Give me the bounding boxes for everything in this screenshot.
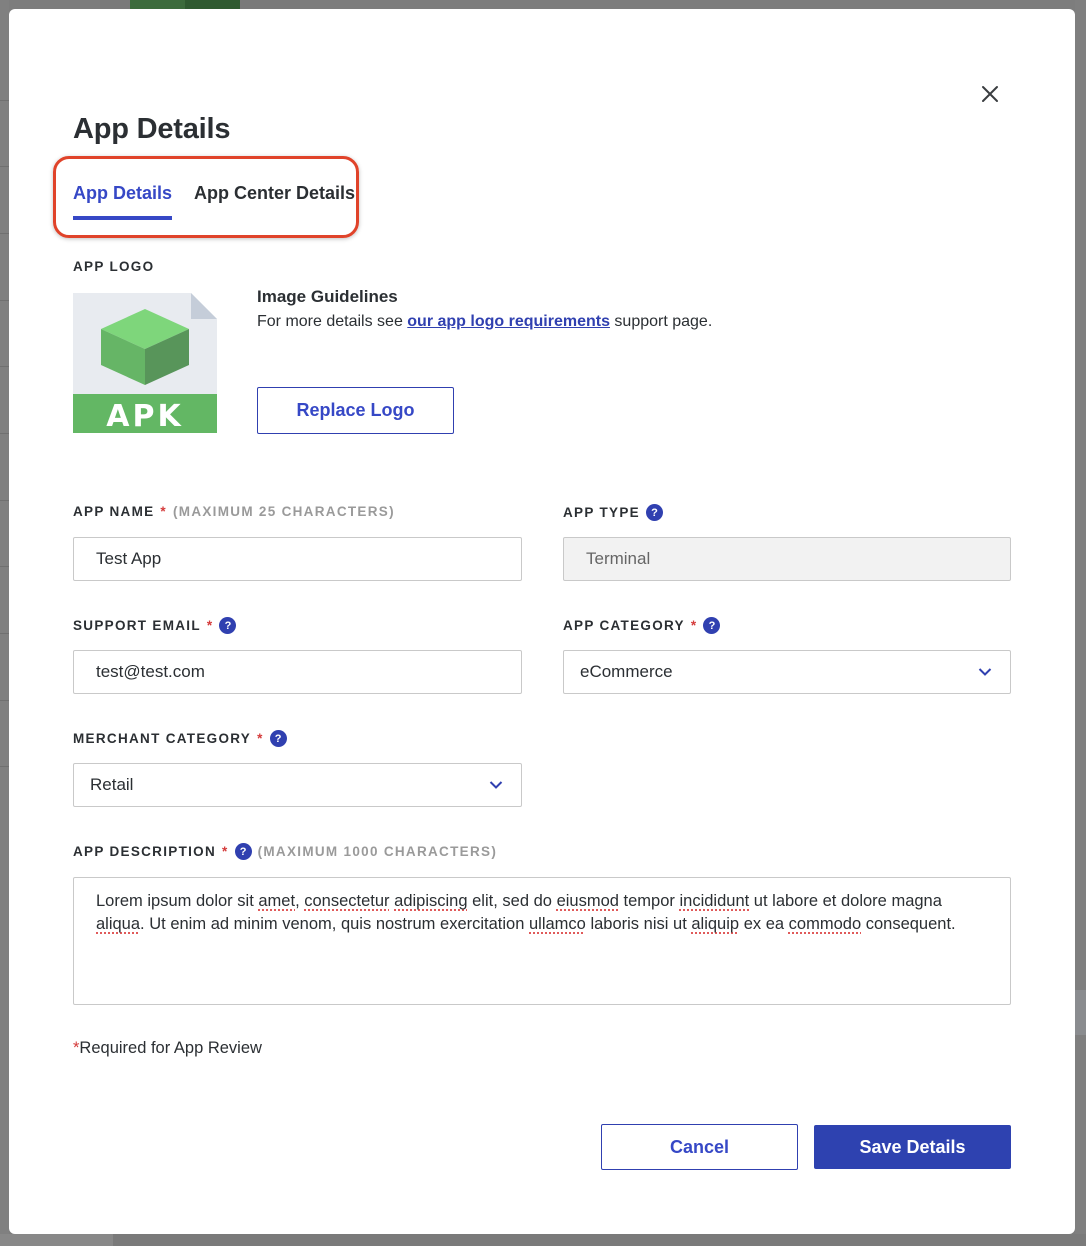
- app-description-textarea[interactable]: Lorem ipsum dolor sit amet, consectetur …: [73, 877, 1011, 1005]
- modal-title: App Details: [73, 113, 231, 145]
- support-email-value: test@test.com: [96, 662, 205, 681]
- app-category-label-text: APP CATEGORY: [563, 618, 685, 633]
- background-right-band: [1075, 990, 1086, 1035]
- background-divider: [0, 633, 9, 634]
- background-cube-image: [130, 0, 240, 9]
- required-asterisk: *: [690, 618, 698, 633]
- app-logo-label: APP LOGO: [73, 259, 155, 274]
- misspelled-word: commodo: [788, 915, 862, 933]
- app-type-input: Terminal: [563, 537, 1011, 581]
- required-note-text: Required for App Review: [79, 1039, 262, 1057]
- tab-app-details[interactable]: App Details: [73, 183, 173, 220]
- support-email-label-text: SUPPORT EMAIL: [73, 618, 201, 633]
- app-type-label: APP TYPE ?: [563, 504, 663, 521]
- help-icon[interactable]: ?: [269, 730, 287, 747]
- support-email-label: SUPPORT EMAIL * ?: [73, 617, 237, 634]
- background-bottom-left: [0, 1234, 113, 1246]
- cancel-button[interactable]: Cancel: [601, 1124, 798, 1170]
- background-divider: [0, 300, 9, 301]
- app-description-label: APP DESCRIPTION * ? (MAXIMUM 1000 CHARAC…: [73, 843, 497, 860]
- merchant-category-select[interactable]: Retail: [73, 763, 522, 807]
- app-description-hint: (MAXIMUM 1000 CHARACTERS): [257, 844, 498, 859]
- app-name-label: APP NAME * (MAXIMUM 25 CHARACTERS): [73, 504, 395, 519]
- chevron-down-icon: [978, 668, 992, 676]
- app-type-value: Terminal: [586, 549, 651, 568]
- guidelines-text: For more details see our app logo requir…: [257, 313, 712, 331]
- background-divider: [0, 766, 9, 767]
- help-icon[interactable]: ?: [703, 617, 721, 634]
- misspelled-word: aliqua: [96, 915, 141, 933]
- background-divider: [0, 566, 9, 567]
- misspelled-word: amet: [258, 892, 296, 910]
- misspelled-word: incididunt: [679, 892, 750, 910]
- chevron-down-icon: [489, 781, 503, 789]
- tab-bar: App Details App Center Details: [73, 183, 355, 220]
- required-asterisk: *: [206, 618, 214, 633]
- required-asterisk: *: [160, 504, 167, 519]
- background-right-strip: [1075, 0, 1086, 1246]
- background-divider: [0, 233, 9, 234]
- guidelines-title: Image Guidelines: [257, 287, 398, 306]
- replace-logo-button[interactable]: Replace Logo: [257, 387, 454, 434]
- apk-label: APK: [106, 399, 183, 433]
- guidelines-suffix: support page.: [609, 313, 713, 330]
- merchant-category-value: Retail: [90, 775, 134, 794]
- guidelines-prefix: For more details see: [257, 313, 408, 330]
- image-guidelines: Image Guidelines For more details see ou…: [257, 287, 712, 331]
- required-note: *Required for App Review: [73, 1039, 262, 1058]
- misspelled-word: adipiscing: [394, 892, 468, 910]
- background-divider: [0, 700, 9, 701]
- save-details-button[interactable]: Save Details: [814, 1125, 1011, 1169]
- background-divider: [0, 166, 9, 167]
- background-divider: [0, 366, 9, 367]
- required-asterisk: *: [222, 844, 229, 859]
- tab-app-center-details[interactable]: App Center Details: [194, 183, 355, 220]
- app-name-label-text: APP NAME: [73, 504, 155, 519]
- merchant-category-label: MERCHANT CATEGORY * ?: [73, 730, 287, 747]
- app-name-value: Test App: [96, 549, 162, 568]
- app-name-input[interactable]: Test App: [73, 537, 522, 581]
- required-asterisk: *: [257, 731, 264, 746]
- app-category-value: eCommerce: [580, 662, 673, 681]
- apk-file-icon: APK: [73, 293, 217, 433]
- app-description-label-text: APP DESCRIPTION: [73, 844, 217, 859]
- close-icon: [982, 86, 998, 102]
- misspelled-word: consectetur: [304, 892, 390, 910]
- misspelled-word: ullamco: [529, 915, 586, 933]
- merchant-category-label-text: MERCHANT CATEGORY: [73, 731, 252, 746]
- logo-requirements-link[interactable]: our app logo requirements: [407, 313, 610, 330]
- misspelled-word: eiusmod: [556, 892, 619, 910]
- background-divider: [0, 500, 9, 501]
- background-bottom-strip: [0, 1234, 1086, 1246]
- background-left-strip: [0, 0, 9, 1246]
- background-divider: [0, 100, 9, 101]
- support-email-input[interactable]: test@test.com: [73, 650, 522, 694]
- app-category-label: APP CATEGORY * ?: [563, 617, 721, 634]
- close-button[interactable]: [977, 81, 1003, 107]
- misspelled-word: aliquip: [691, 915, 740, 933]
- app-name-hint: (MAXIMUM 25 CHARACTERS): [172, 504, 395, 519]
- help-icon[interactable]: ?: [234, 843, 252, 860]
- app-category-select[interactable]: eCommerce: [563, 650, 1011, 694]
- background-divider: [0, 433, 9, 434]
- app-type-label-text: APP TYPE: [563, 505, 640, 520]
- help-icon[interactable]: ?: [645, 504, 663, 521]
- app-details-modal: App Details App Details App Center Detai…: [9, 9, 1075, 1234]
- help-icon[interactable]: ?: [219, 617, 237, 634]
